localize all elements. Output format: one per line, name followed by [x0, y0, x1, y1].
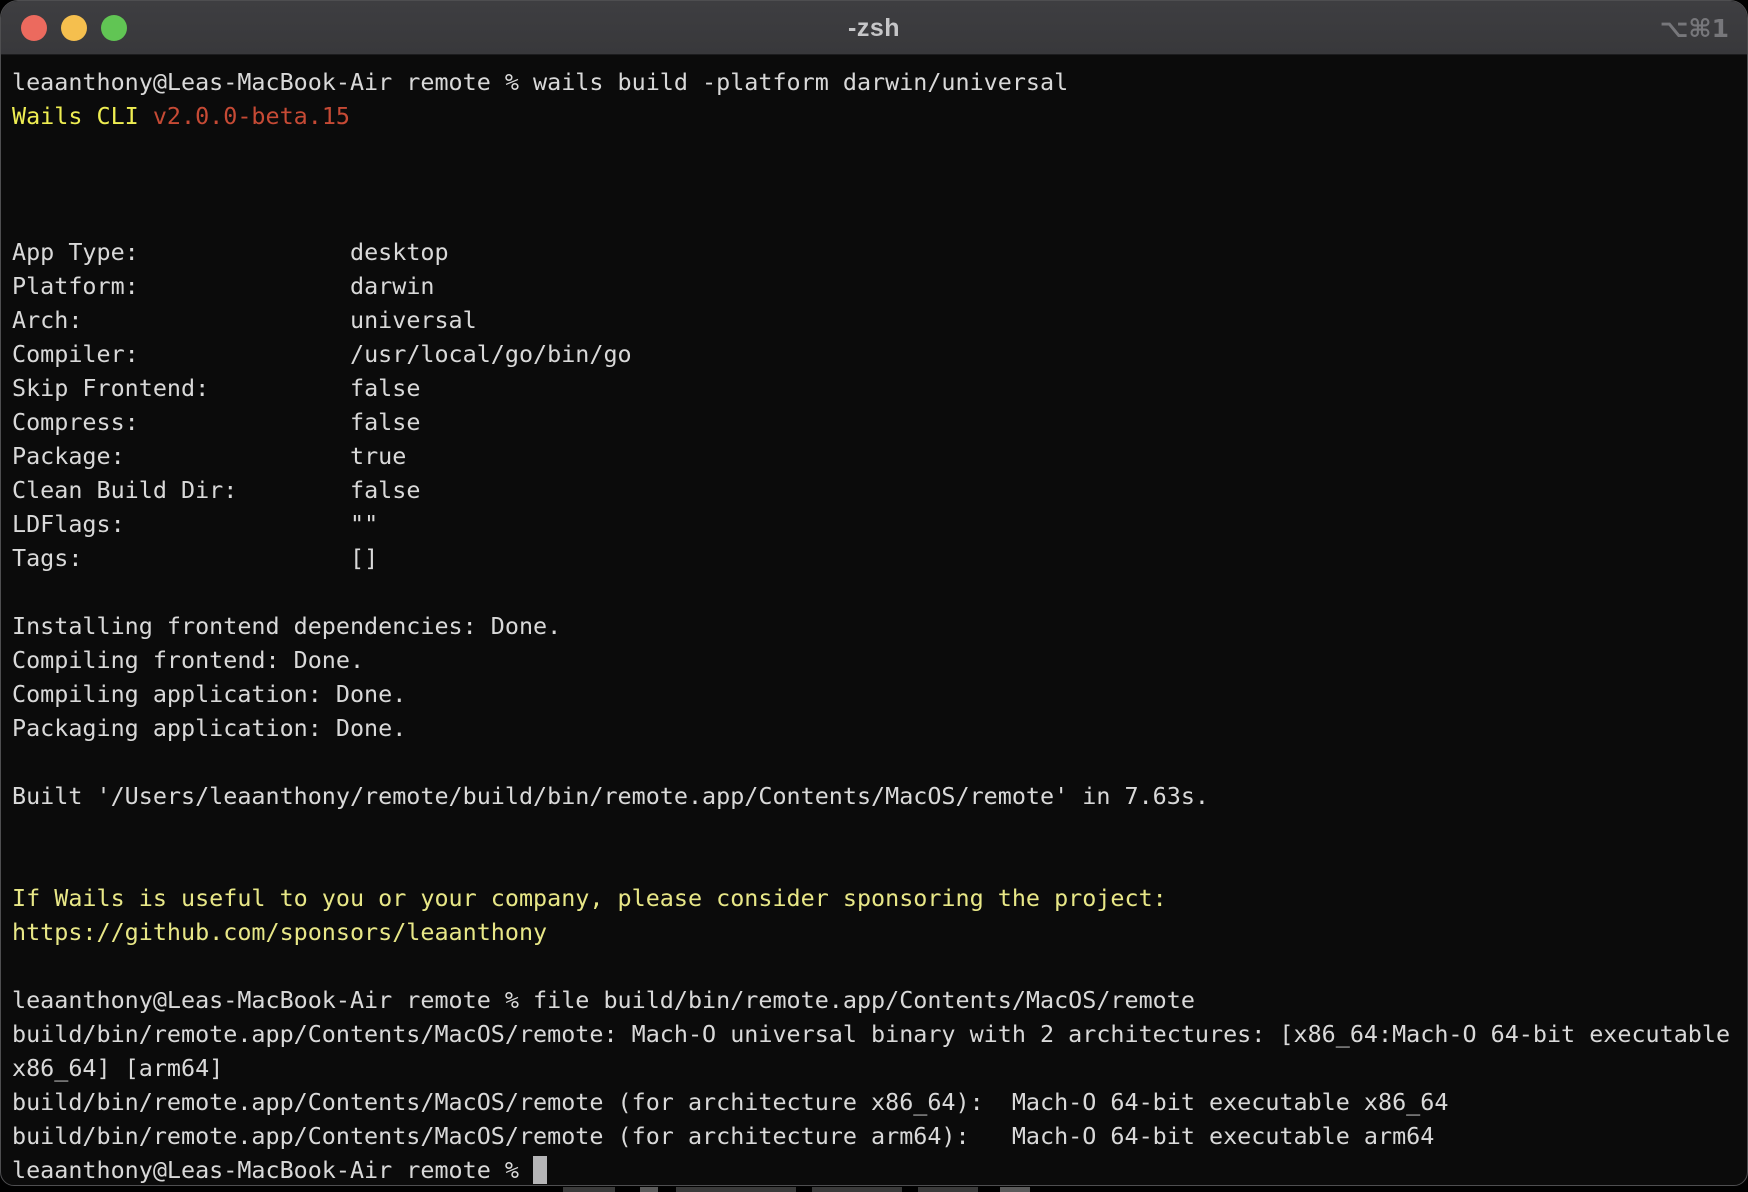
terminal-line: leaanthony@Leas-MacBook-Air remote %	[12, 1153, 1747, 1185]
terminal-text: build/bin/remote.app/Contents/MacOS/remo…	[12, 1122, 1434, 1150]
terminal-text: x86_64] [arm64]	[12, 1054, 223, 1082]
terminal-line: https://github.com/sponsors/leaanthony	[12, 915, 1747, 949]
tab-shortcut-label: ⌥⌘1	[1660, 1, 1729, 55]
terminal-line	[12, 201, 1747, 235]
config-value: false	[350, 476, 420, 504]
terminal-text: leaanthony@Leas-MacBook-Air remote % fil…	[12, 986, 1195, 1014]
config-label: Tags:	[12, 544, 350, 572]
terminal-text: Compiling frontend: Done.	[12, 646, 364, 674]
terminal-line	[12, 813, 1747, 847]
terminal-text: If Wails is useful to you or your compan…	[12, 884, 1167, 912]
terminal-text: build/bin/remote.app/Contents/MacOS/remo…	[12, 1088, 1448, 1116]
terminal-line: App Type: desktop	[12, 235, 1747, 269]
terminal-text: Compiling application: Done.	[12, 680, 406, 708]
terminal-text: v2.0.0-beta.15	[153, 102, 350, 130]
terminal-cursor	[533, 1156, 547, 1184]
config-label: LDFlags:	[12, 510, 350, 538]
terminal-line: LDFlags: ""	[12, 507, 1747, 541]
config-label: App Type:	[12, 238, 350, 266]
terminal-line: Clean Build Dir: false	[12, 473, 1747, 507]
terminal-text: leaanthony@Leas-MacBook-Air remote % wai…	[12, 68, 1068, 96]
terminal-line	[12, 575, 1747, 609]
terminal-window: -zsh ⌥⌘1 leaanthony@Leas-MacBook-Air rem…	[0, 0, 1748, 1186]
terminal-line: Wails CLI v2.0.0-beta.15	[12, 99, 1747, 133]
window-title: -zsh	[1, 1, 1747, 55]
terminal-line: Installing frontend dependencies: Done.	[12, 609, 1747, 643]
terminal-line	[12, 133, 1747, 167]
terminal-line	[12, 745, 1747, 779]
terminal-line: build/bin/remote.app/Contents/MacOS/remo…	[12, 1085, 1747, 1119]
config-value: universal	[350, 306, 477, 334]
terminal-text: Packaging application: Done.	[12, 714, 406, 742]
config-value: true	[350, 442, 406, 470]
config-label: Compiler:	[12, 340, 350, 368]
config-value: /usr/local/go/bin/go	[350, 340, 632, 368]
config-value: ""	[350, 510, 378, 538]
terminal-line: Arch: universal	[12, 303, 1747, 337]
background-window-sliver	[0, 1186, 1748, 1192]
terminal-line: leaanthony@Leas-MacBook-Air remote % fil…	[12, 983, 1747, 1017]
terminal-text: Wails CLI	[12, 102, 153, 130]
terminal-line: Compiling frontend: Done.	[12, 643, 1747, 677]
config-label: Compress:	[12, 408, 350, 436]
terminal-text: Built '/Users/leaanthony/remote/build/bi…	[12, 782, 1209, 810]
config-value: false	[350, 408, 420, 436]
config-value: []	[350, 544, 378, 572]
config-value: desktop	[350, 238, 449, 266]
config-label: Package:	[12, 442, 350, 470]
terminal-line: Compiler: /usr/local/go/bin/go	[12, 337, 1747, 371]
terminal-line: Compress: false	[12, 405, 1747, 439]
terminal-line	[12, 949, 1747, 983]
terminal-line	[12, 167, 1747, 201]
terminal-line: x86_64] [arm64]	[12, 1051, 1747, 1085]
terminal-line: Built '/Users/leaanthony/remote/build/bi…	[12, 779, 1747, 813]
config-value: darwin	[350, 272, 435, 300]
terminal-line: build/bin/remote.app/Contents/MacOS/remo…	[12, 1119, 1747, 1153]
terminal-line: Skip Frontend: false	[12, 371, 1747, 405]
terminal-line: If Wails is useful to you or your compan…	[12, 881, 1747, 915]
config-label: Arch:	[12, 306, 350, 334]
terminal-text: build/bin/remote.app/Contents/MacOS/remo…	[12, 1020, 1730, 1048]
config-label: Skip Frontend:	[12, 374, 350, 402]
titlebar[interactable]: -zsh ⌥⌘1	[1, 1, 1747, 55]
terminal-line: Tags: []	[12, 541, 1747, 575]
terminal-text: Installing frontend dependencies: Done.	[12, 612, 561, 640]
terminal-line: build/bin/remote.app/Contents/MacOS/remo…	[12, 1017, 1747, 1051]
terminal-line	[12, 847, 1747, 881]
terminal-line: Package: true	[12, 439, 1747, 473]
config-label: Platform:	[12, 272, 350, 300]
config-value: false	[350, 374, 420, 402]
terminal-line: Platform: darwin	[12, 269, 1747, 303]
terminal-output[interactable]: leaanthony@Leas-MacBook-Air remote % wai…	[1, 55, 1747, 1185]
terminal-line: Packaging application: Done.	[12, 711, 1747, 745]
terminal-line: leaanthony@Leas-MacBook-Air remote % wai…	[12, 65, 1747, 99]
terminal-text: https://github.com/sponsors/leaanthony	[12, 918, 547, 946]
terminal-text: leaanthony@Leas-MacBook-Air remote %	[12, 1156, 533, 1184]
config-label: Clean Build Dir:	[12, 476, 350, 504]
terminal-line: Compiling application: Done.	[12, 677, 1747, 711]
